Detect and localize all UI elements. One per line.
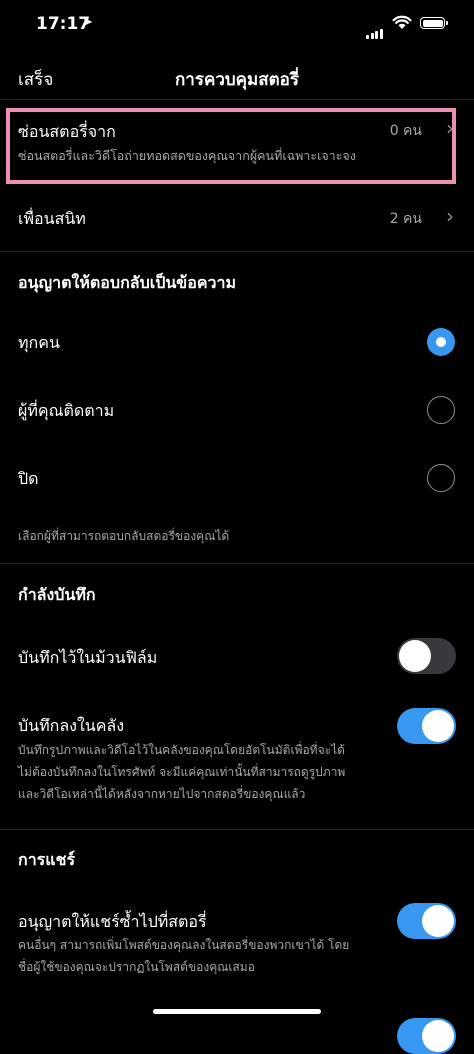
resharing-description-line: ชื่อผู้ใช้ของคุณจะปรากฏในโพสต์ของคุณเสมอ [18, 960, 255, 974]
reply-option-off[interactable]: ปิด [0, 450, 474, 508]
archive-description-line: ไม่ต้องบันทึกลงในโทรศัพท์ จะมีแค่คุณเท่า… [18, 765, 346, 779]
radio-button-selected[interactable] [427, 328, 455, 356]
home-indicator [153, 1009, 321, 1014]
cellular-signal-icon [366, 20, 384, 39]
divider [0, 251, 474, 252]
allow-resharing-toggle[interactable] [397, 903, 456, 939]
replies-footnote: เลือกผู้ที่สามารถตอบกลับสตอรี่ของคุณได้ [18, 529, 230, 543]
close-friends-label: เพื่อนสนิท [18, 209, 86, 228]
reply-option-everyone[interactable]: ทุกคน [0, 314, 474, 372]
status-bar: 17:17 ➤ [0, 0, 474, 52]
highlight-box [6, 108, 456, 184]
reply-option-following[interactable]: ผู้ที่คุณติดตาม [0, 382, 474, 440]
resharing-description-line: คนอื่นๆ สามารถเพิ่มโพสต์ของคุณลงในสตอรี่… [18, 938, 350, 952]
save-to-archive-toggle[interactable] [397, 708, 456, 744]
save-to-camera-roll-label: บันทึกไว้ในม้วนฟิล์ม [18, 648, 158, 667]
saving-section-header: กำลังบันทึก [18, 585, 96, 604]
allow-resharing-row: อนุญาตให้แชร์ซ้ำไปที่สตอรี่ คนอื่นๆ สามา… [0, 895, 474, 985]
radio-button[interactable] [427, 396, 455, 424]
save-to-camera-roll-row: บันทึกไว้ในม้วนฟิล์ม [0, 630, 474, 682]
partial-toggle[interactable] [397, 1018, 456, 1054]
toggle-knob [399, 640, 431, 672]
radio-button[interactable] [427, 464, 455, 492]
divider [0, 563, 474, 564]
save-to-archive-row: บันทึกลงในคลัง บันทึกรูปภาพและวิดีโอไว้ใ… [0, 700, 474, 810]
location-arrow-icon: ➤ [82, 15, 93, 30]
battery-icon [420, 17, 448, 29]
save-to-archive-label: บันทึกลงในคลัง [18, 716, 125, 735]
wifi-icon [392, 15, 412, 29]
close-friends-count: 2 คน [389, 211, 422, 227]
toggle-knob [422, 905, 454, 937]
reply-option-label: ทุกคน [18, 333, 60, 352]
page-title: การควบคุมสตอรี่ [174, 70, 299, 90]
reply-option-label: ปิด [18, 469, 39, 488]
save-to-camera-roll-toggle[interactable] [397, 638, 456, 674]
divider [0, 829, 474, 830]
archive-description-line: และวิดีโอเหล่านี้ได้หลังจากหายไปจากสตอรี… [18, 787, 306, 801]
replies-section-header: อนุญาตให้ตอบกลับเป็นข้อความ [18, 273, 237, 292]
sharing-section-header: การแชร์ [18, 850, 76, 869]
close-friends-row[interactable]: เพื่อนสนิท 2 คน › [0, 186, 474, 250]
chevron-right-icon: › [446, 204, 454, 228]
reply-option-label: ผู้ที่คุณติดตาม [18, 401, 115, 420]
archive-description-line: บันทึกรูปภาพและวิดีโอไว้ในคลังของคุณโดยอ… [18, 743, 345, 757]
navigation-bar: เสร็จ การควบคุมสตอรี่ [0, 52, 474, 98]
allow-resharing-label: อนุญาตให้แชร์ซ้ำไปที่สตอรี่ [18, 912, 207, 931]
toggle-knob [422, 710, 454, 742]
